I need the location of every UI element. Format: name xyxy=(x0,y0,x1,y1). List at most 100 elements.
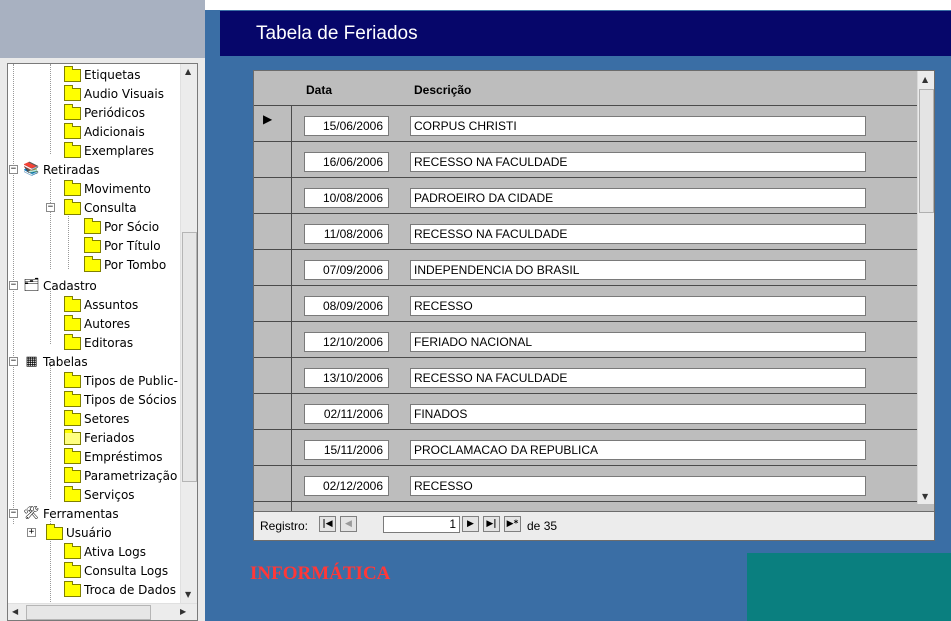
description-field[interactable]: PADROEIRO DA CIDADE xyxy=(410,188,866,208)
scroll-up-icon[interactable]: ▲ xyxy=(185,67,191,76)
description-field[interactable]: RECESSO NA FACULDADE xyxy=(410,224,866,244)
record-selector[interactable] xyxy=(254,322,292,357)
date-field[interactable]: 15/11/2006 xyxy=(304,440,389,460)
table-row[interactable]: 11/08/2006 RECESSO NA FACULDADE xyxy=(254,213,917,249)
collapse-icon[interactable]: − xyxy=(9,509,18,518)
tools-icon: 🛠 xyxy=(23,506,40,521)
scrollbar-thumb[interactable] xyxy=(919,89,934,213)
folder-icon xyxy=(64,123,81,139)
folder-icon xyxy=(64,581,81,597)
table-row[interactable]: 10/08/2006 PADROEIRO DA CIDADE xyxy=(254,177,917,213)
description-field[interactable]: PROCLAMACAO DA REPUBLICA xyxy=(410,440,866,460)
description-field[interactable]: INDEPENDENCIA DO BRASIL xyxy=(410,260,866,280)
next-record-button[interactable]: ▶ xyxy=(462,516,479,532)
date-field[interactable]: 13/10/2006 xyxy=(304,368,389,388)
record-label: Registro: xyxy=(260,519,309,533)
record-selector[interactable] xyxy=(254,358,292,393)
record-selector[interactable] xyxy=(254,430,292,465)
navigation-tree[interactable]: Etiquetas Audio Visuais Periódicos Adici… xyxy=(7,63,198,621)
folder-icon xyxy=(64,391,81,407)
date-field[interactable]: 02/12/2006 xyxy=(304,476,389,496)
expand-icon[interactable]: + xyxy=(27,528,36,537)
date-field[interactable]: 10/08/2006 xyxy=(304,188,389,208)
tree-item-label: Parametrização xyxy=(84,469,178,483)
collapse-icon[interactable]: − xyxy=(9,357,18,366)
record-selector[interactable] xyxy=(254,250,292,285)
form-vertical-scrollbar[interactable]: ▲ ▼ xyxy=(917,71,934,504)
tree-item-label: Periódicos xyxy=(84,106,145,120)
description-field[interactable]: CORPUS CHRISTI xyxy=(410,116,866,136)
date-field[interactable]: 11/08/2006 xyxy=(304,224,389,244)
scroll-right-icon[interactable]: ▶ xyxy=(180,607,186,616)
folder-icon xyxy=(64,410,81,426)
books-icon: 📚 xyxy=(23,162,40,177)
scrollbar-thumb[interactable] xyxy=(26,605,151,620)
tree-item-label: Adicionais xyxy=(84,125,145,139)
tree-item-label: Por Sócio xyxy=(104,220,160,234)
table-row[interactable]: ▶ 15/06/2006 CORPUS CHRISTI xyxy=(254,105,917,141)
record-selector[interactable] xyxy=(254,214,292,249)
date-field[interactable]: 16/06/2006 xyxy=(304,152,389,172)
tree-item-label: Troca de Dados xyxy=(84,583,176,597)
folder-icon xyxy=(64,296,81,312)
previous-record-button[interactable]: ◀ xyxy=(340,516,357,532)
scroll-down-icon[interactable]: ▼ xyxy=(185,590,191,599)
scroll-left-icon[interactable]: ◀ xyxy=(12,607,18,616)
first-record-button[interactable]: |◀ xyxy=(319,516,336,532)
folder-icon xyxy=(64,448,81,464)
description-field[interactable]: RECESSO xyxy=(410,296,866,316)
tree-item-label: Tabelas xyxy=(43,355,88,369)
tree-item-label: Tipos de Sócios xyxy=(84,393,177,407)
scroll-down-icon[interactable]: ▼ xyxy=(922,492,928,501)
date-field[interactable]: 07/09/2006 xyxy=(304,260,389,280)
table-row[interactable]: 02/11/2006 FINADOS xyxy=(254,393,917,429)
record-selector[interactable] xyxy=(254,142,292,177)
tree-item-label: Tipos de Public- xyxy=(84,374,178,388)
tree-horizontal-scrollbar[interactable]: ◀ ▶ xyxy=(8,603,197,620)
column-header-date: Data xyxy=(306,83,333,97)
date-field[interactable]: 08/09/2006 xyxy=(304,296,389,316)
folder-icon xyxy=(84,256,101,272)
holidays-form: Data Descrição ▶ 15/06/2006 CORPUS CHRIS… xyxy=(253,70,935,541)
description-field[interactable]: RECESSO NA FACULDADE xyxy=(410,368,866,388)
form-title: Tabela de Feriados xyxy=(220,11,951,56)
record-selector[interactable] xyxy=(254,394,292,429)
table-row[interactable]: 15/11/2006 PROCLAMACAO DA REPUBLICA xyxy=(254,429,917,465)
table-row[interactable]: 08/09/2006 RECESSO xyxy=(254,285,917,321)
record-selector[interactable] xyxy=(254,178,292,213)
tree-item-label: Por Título xyxy=(104,239,161,253)
folder-icon xyxy=(64,315,81,331)
tree-item-label: Autores xyxy=(84,317,131,331)
table-row[interactable]: 07/09/2006 INDEPENDENCIA DO BRASIL xyxy=(254,249,917,285)
tree-connector xyxy=(50,289,51,344)
description-field[interactable]: RECESSO NA FACULDADE xyxy=(410,152,866,172)
scrollbar-thumb[interactable] xyxy=(182,232,197,482)
record-total: 35 xyxy=(543,519,558,533)
record-selector[interactable] xyxy=(254,466,292,501)
description-field[interactable]: RECESSO xyxy=(410,476,866,496)
description-field[interactable]: FINADOS xyxy=(410,404,866,424)
date-field[interactable]: 12/10/2006 xyxy=(304,332,389,352)
new-record-button[interactable]: ▶* xyxy=(504,516,521,532)
record-selector[interactable]: ▶ xyxy=(254,106,292,141)
tree-vertical-scrollbar[interactable]: ▲ ▼ xyxy=(180,64,197,604)
collapse-icon[interactable]: − xyxy=(9,281,18,290)
collapse-icon[interactable]: − xyxy=(9,165,18,174)
table-row[interactable]: 13/10/2006 RECESSO NA FACULDADE xyxy=(254,357,917,393)
table-row[interactable]: 12/10/2006 FERIADO NACIONAL xyxy=(254,321,917,357)
tree-item-label: Serviços xyxy=(84,488,135,502)
table-row[interactable]: 16/06/2006 RECESSO NA FACULDADE xyxy=(254,141,917,177)
record-selector[interactable] xyxy=(254,286,292,321)
folder-icon xyxy=(64,66,81,82)
folder-icon xyxy=(64,85,81,101)
date-field[interactable]: 02/11/2006 xyxy=(304,404,389,424)
tree-item-label: Cadastro xyxy=(43,279,97,293)
table-row[interactable]: 02/12/2006 RECESSO xyxy=(254,465,917,501)
folder-icon xyxy=(84,218,101,234)
record-number-input[interactable]: 1 xyxy=(383,516,460,533)
collapse-icon[interactable]: − xyxy=(46,203,55,212)
scroll-up-icon[interactable]: ▲ xyxy=(922,75,928,84)
description-field[interactable]: FERIADO NACIONAL xyxy=(410,332,866,352)
date-field[interactable]: 15/06/2006 xyxy=(304,116,389,136)
last-record-button[interactable]: ▶| xyxy=(483,516,500,532)
